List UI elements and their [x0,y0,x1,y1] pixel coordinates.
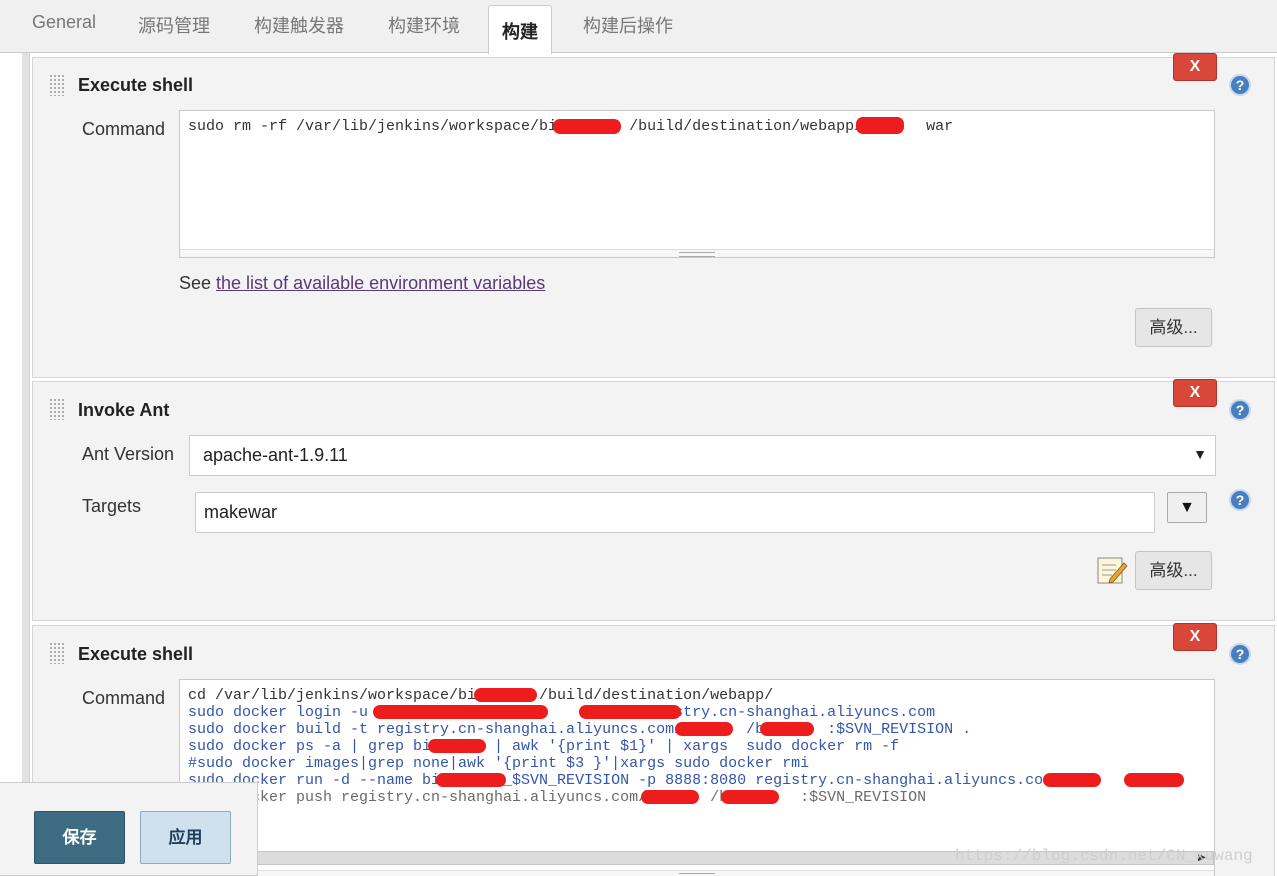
command-line: sudo docker ps -a | grep bi | awk '{prin… [188,738,900,755]
save-button[interactable]: 保存 [34,811,125,864]
command-label: Command [82,119,166,139]
tab-build-environment[interactable]: 构建环境 [388,12,460,38]
resize-grip-icon[interactable] [180,870,1214,876]
help-icon[interactable]: ? [1229,74,1251,96]
delete-step-button[interactable]: X [1173,379,1217,407]
delete-step-button[interactable]: X [1173,623,1217,651]
redaction-mark [474,688,537,702]
env-vars-link[interactable]: the list of available environment variab… [216,273,545,293]
redaction-mark [675,722,733,736]
ant-version-select[interactable]: apache-ant-1.9.11 ▼ [189,435,1216,476]
command-line: sudo docker login -u -p registry.cn-shan… [188,704,936,721]
help-icon[interactable]: ? [1229,643,1251,665]
help-icon[interactable]: ? [1229,489,1251,511]
command-label: Command [82,688,166,708]
command-textarea[interactable]: sudo rm -rf /var/lib/jenkins/workspace/b… [179,110,1215,258]
redaction-mark [1124,773,1184,787]
advanced-button[interactable]: 高级... [1135,308,1212,347]
targets-input[interactable]: makewar [195,492,1155,533]
notepad-edit-icon[interactable] [1096,555,1128,585]
expand-textarea-button[interactable]: ▼ [1167,492,1207,523]
env-vars-hint: See the list of available environment va… [179,273,546,293]
tab-post-build-actions[interactable]: 构建后操作 [583,12,673,38]
ant-version-label: Ant Version [82,444,175,464]
redaction-mark [760,722,814,736]
advanced-button[interactable]: 高级... [1135,551,1212,590]
redaction-mark [553,119,621,134]
redaction-mark [373,705,548,719]
watermark: https://blog.csdn.net/CN_xuwang [955,847,1253,865]
redaction-mark [428,739,486,753]
build-step-invoke-ant: Invoke Ant X ? Ant Version apache-ant-1.… [32,379,1275,621]
step-title: Execute shell [78,644,194,664]
delete-step-button[interactable]: X [1173,53,1217,81]
tab-bar: General 源码管理 构建触发器 构建环境 构建 构建后操作 [0,0,1277,54]
redaction-mark [721,790,779,804]
tab-general[interactable]: General [32,12,96,33]
redaction-mark [1043,773,1101,787]
tab-source-management[interactable]: 源码管理 [138,12,210,38]
redaction-mark [856,117,904,134]
tab-build-triggers[interactable]: 构建触发器 [254,12,344,38]
resize-grip-icon[interactable] [180,249,1214,257]
redaction-mark [579,705,681,719]
apply-button[interactable]: 应用 [140,811,231,864]
dropdown-arrow-icon: ▼ [1193,446,1207,462]
help-icon[interactable]: ? [1229,399,1251,421]
redaction-mark [436,773,506,787]
left-gutter [22,53,30,876]
command-line: #sudo docker images|grep none|awk '{prin… [188,755,810,772]
tab-build[interactable]: 构建 [488,5,552,54]
build-step-execute-shell-1: Execute shell X ? Command sudo rm -rf /v… [32,53,1275,378]
drag-handle-icon[interactable] [49,642,66,664]
redaction-mark [641,790,699,804]
step-title: Invoke Ant [78,400,170,420]
step-title: Execute shell [78,75,194,95]
drag-handle-icon[interactable] [49,398,66,420]
drag-handle-icon[interactable] [49,74,66,96]
targets-label: Targets [82,496,142,516]
command-line: cd /var/lib/jenkins/workspace/bi /build/… [188,687,774,704]
